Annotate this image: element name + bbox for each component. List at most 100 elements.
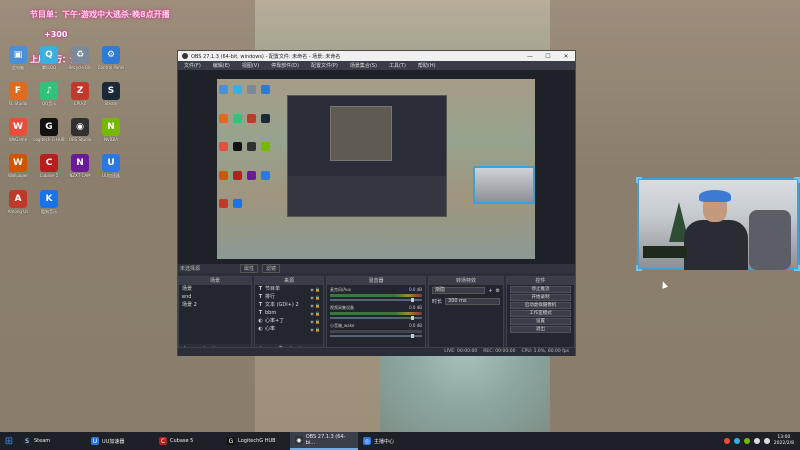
desktop-icon[interactable]: G Logitech G HUB (33, 118, 65, 152)
source-item[interactable]: ◐ 心率 ◉ 🔒 (255, 325, 323, 333)
visibility-eye-icon[interactable]: ◉ 🔒 (310, 310, 320, 317)
taskbar-app[interactable]: ◉ OBS 27.1.3 (64-bi... (290, 432, 358, 450)
desktop-icon[interactable]: N NZXT CAM (65, 154, 95, 188)
taskbar-app[interactable]: ◎ 主播中心 (358, 432, 426, 450)
webcam-frame-corner (794, 177, 800, 183)
control-button[interactable]: 开始录制 (510, 294, 571, 301)
obs-statusbar: LIVE: 00:00:00 REC: 00:00:00 CPU: 1.0%, … (178, 347, 575, 355)
transition-type-select[interactable]: 渐隐 (432, 287, 486, 294)
app-icon: U (102, 154, 120, 172)
desktop-icon[interactable]: ♻ Recycle Bin (65, 46, 95, 80)
tray-volume-icon[interactable] (763, 438, 770, 444)
mixer-track-db: 0.0 dB (409, 323, 422, 328)
desktop-icon[interactable]: K 酷狗音乐 (34, 190, 64, 224)
obs-window[interactable]: OBS 27.1.3 (64-bit, windows) - 配置文件: 未命名… (177, 50, 576, 356)
taskbar-app[interactable]: S Steam (18, 432, 86, 450)
visibility-eye-icon[interactable]: ◉ 🔒 (310, 326, 320, 333)
app-icon: A (9, 190, 27, 208)
desktop-icon[interactable]: Q 腾讯QQ (34, 46, 64, 80)
control-button[interactable]: 工作室模式 (510, 310, 571, 317)
visibility-eye-icon[interactable]: ◉ 🔒 (310, 318, 320, 325)
source-item[interactable]: T 节目单 ◉ 🔒 (255, 285, 323, 293)
tray-app-icon[interactable] (723, 438, 730, 444)
close-icon[interactable]: ✕ (557, 53, 575, 60)
control-button[interactable]: 启动虚拟摄像机 (510, 302, 571, 309)
menu-item[interactable]: 视图(V) (236, 62, 265, 69)
desktop-icon[interactable]: ♪ QQ音乐 (34, 82, 64, 116)
desktop-icon[interactable]: C Cubase 5 (34, 154, 64, 188)
tray-network-icon[interactable] (753, 438, 760, 444)
mixer-track-db: 0.0 dB (409, 305, 422, 310)
desktop-icon[interactable]: F FL Studio (3, 82, 33, 116)
taskbar-app[interactable]: U UU加速器 (86, 432, 154, 450)
volume-slider[interactable] (330, 298, 422, 302)
desktop-icon-label: OBS Studio (68, 137, 92, 142)
menu-item[interactable]: 停靠部件(D) (265, 62, 305, 69)
source-item[interactable]: Tbbm ◉ 🔒 (255, 309, 323, 317)
webcam-chair (749, 210, 791, 270)
volume-meter (330, 294, 422, 297)
desktop-icon[interactable]: ◉ OBS Studio (65, 118, 95, 152)
desktop-icon[interactable]: N NVIDIA (96, 118, 126, 152)
scene-item[interactable]: 场景 2 (179, 301, 251, 309)
menu-item[interactable]: 帮助(H) (412, 62, 442, 69)
taskbar-clock[interactable]: 13:00 2022/2/8 (774, 435, 794, 447)
maximize-icon[interactable]: ☐ (539, 53, 557, 60)
desktop-icon[interactable]: W WeGame (3, 118, 33, 152)
duration-input[interactable]: 300 ms (445, 298, 500, 305)
control-button[interactable]: 设置 (510, 318, 571, 325)
mixer-track: 麦克风/Aux 0.0 dB (327, 285, 425, 303)
visibility-eye-icon[interactable]: ◉ 🔒 (310, 286, 320, 293)
menu-item[interactable]: 编辑(E) (207, 62, 236, 69)
control-button[interactable]: 停止推流 (510, 286, 571, 293)
preview-webcam-source[interactable] (473, 166, 535, 204)
source-item[interactable]: T 文本 (GDI+) 2 ◉ 🔒 (255, 301, 323, 309)
filters-button[interactable]: 滤镜 (262, 264, 281, 273)
visibility-eye-icon[interactable]: ◉ 🔒 (310, 294, 320, 301)
preview-icon (219, 170, 228, 180)
mixer-track-name: 麦克风/Aux (330, 287, 351, 292)
app-icon: ⚙ (102, 46, 120, 64)
desktop-icon[interactable]: Z CPU-Z (65, 82, 95, 116)
tray-qq-icon[interactable] (733, 438, 740, 444)
visibility-eye-icon[interactable]: ◉ 🔒 (310, 302, 320, 309)
transition-settings-icon[interactable]: ⚙ (496, 288, 500, 294)
desktop-icon[interactable]: ⚙ Control Panel (96, 46, 126, 80)
preview-icon (233, 199, 242, 209)
obs-preview-area[interactable] (178, 70, 575, 296)
desktop-icon[interactable]: A Among Us (3, 190, 33, 224)
tray-nvidia-icon[interactable] (743, 438, 750, 444)
desktop-icon[interactable]: ▣ 此电脑 (3, 46, 33, 80)
transition-add-icon[interactable]: + (488, 288, 492, 294)
mixer-panel: 混音器 麦克风/Aux 0.0 dB 视频采集设备 0.0 dB 小音箱_wake 0.0… (326, 276, 426, 354)
taskbar-app[interactable]: G LogitechG HUB (222, 432, 290, 450)
properties-button[interactable]: 属性 (240, 264, 259, 273)
source-item[interactable]: T 排行 ◉ 🔒 (255, 293, 323, 301)
obs-titlebar[interactable]: OBS 27.1.3 (64-bit, windows) - 配置文件: 未命名… (178, 51, 575, 61)
desktop-icon[interactable]: U UU加速器 (96, 154, 126, 188)
desktop-icon-label: Control Panel (97, 65, 125, 70)
volume-slider[interactable] (330, 316, 422, 320)
scene-item[interactable]: 场景 (179, 285, 251, 293)
source-type-icon: ◐ (258, 317, 263, 324)
volume-meter (330, 330, 422, 333)
webcam-overlay (636, 177, 800, 271)
desktop-icon[interactable]: W Wallpaper (3, 154, 33, 188)
control-button[interactable]: 退出 (510, 326, 571, 333)
scene-item[interactable]: end (179, 293, 251, 301)
volume-slider[interactable] (330, 334, 422, 338)
preview-icon (247, 85, 256, 94)
transition-type-row: 渐隐 + ⚙ (429, 285, 503, 296)
windows-start-icon[interactable]: ⊞ (0, 432, 18, 450)
menu-item[interactable]: 配置文件(P) (305, 62, 344, 69)
taskbar-app[interactable]: C Cubase 5 (154, 432, 222, 450)
source-toolbar: 未选择源 属性 滤镜 (178, 264, 575, 273)
source-item[interactable]: ◐ 心率+丁 ◉ 🔒 (255, 317, 323, 325)
mixer-track-db: 0.0 dB (409, 287, 422, 292)
cpu-status: CPU: 1.0%, 60.00 fps (521, 349, 570, 354)
minimize-icon[interactable]: — (521, 53, 539, 60)
menu-item[interactable]: 工具(T) (383, 62, 412, 69)
menu-item[interactable]: 场景集合(S) (344, 62, 383, 69)
desktop-icon[interactable]: S Steam (96, 82, 126, 116)
menu-item[interactable]: 文件(F) (178, 62, 207, 69)
